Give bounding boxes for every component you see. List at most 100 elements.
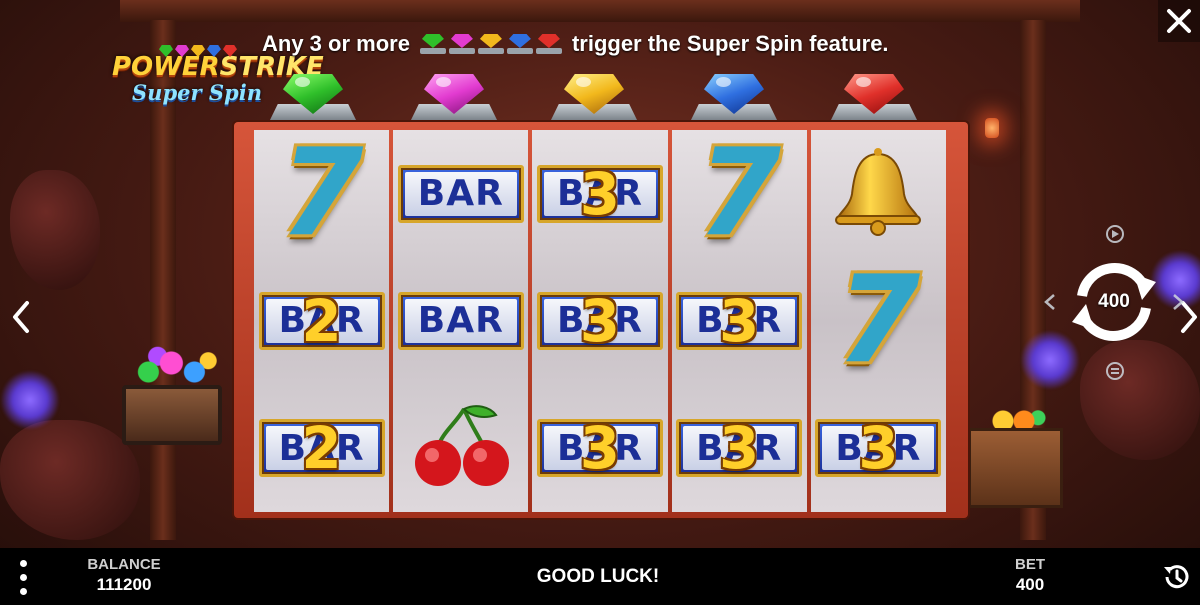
logo-subtitle: Super Spin (132, 80, 262, 105)
bar-multiplier: 3 (719, 414, 760, 483)
bar3-symbol: BAR 3 (815, 414, 942, 482)
minus-icon (1044, 294, 1055, 310)
bet-value: 400 (1015, 575, 1045, 594)
info-text-after: trigger the Super Spin feature. (571, 31, 889, 56)
menu-icon-dot (19, 559, 27, 567)
gem-row (260, 70, 960, 125)
bar-label: BAR (404, 298, 517, 343)
bar3-symbol: BAR 3 (536, 160, 663, 228)
menu-icon-dot (19, 587, 27, 595)
reel-4: 7 BAR 3 BAR 3 (671, 130, 807, 512)
reel-5: 7 BAR 3 (810, 130, 946, 512)
bar-symbol: BAR (397, 164, 524, 223)
reel-cell-bar[interactable]: BAR (393, 257, 528, 384)
prev-button[interactable] (4, 295, 38, 339)
reel-cell-bar2[interactable]: BAR 2 (254, 257, 389, 384)
cherry-icon (406, 403, 516, 493)
reel-cell-bar3[interactable]: BAR 3 (532, 257, 667, 384)
reel-cell-seven[interactable]: 7 (811, 257, 946, 384)
reel-2: BAR BAR (393, 130, 529, 512)
mine-beam-top (120, 0, 1080, 22)
bar3-symbol: BAR 3 (536, 414, 663, 482)
bar-multiplier: 2 (301, 414, 342, 483)
logo-gems (156, 44, 240, 58)
reel-cell-bar[interactable]: BAR (393, 130, 528, 257)
spin-bet-value: 400 (1098, 291, 1130, 312)
bet-menu-button[interactable] (1103, 360, 1127, 382)
seven-symbol: 7 (697, 123, 781, 263)
reel-cell-bar3[interactable]: BAR 3 (532, 385, 667, 512)
reel-3: BAR 3 BAR 3 BAR 3 (532, 130, 668, 512)
status-message: GOOD LUCK! (536, 566, 660, 587)
bar2-symbol: BAR 2 (258, 287, 385, 355)
reel-cell-seven[interactable]: 7 (672, 130, 807, 257)
menu-icon (1106, 362, 1124, 380)
red-gem-holder (826, 70, 922, 125)
bar3-symbol: BAR 3 (676, 414, 803, 482)
bar-multiplier: 3 (579, 286, 621, 355)
reel-cell-bar2[interactable]: BAR 2 (254, 385, 389, 512)
seven-symbol: 7 (836, 250, 921, 390)
bet-increase-button[interactable] (1166, 290, 1188, 314)
mini-blue-gem-icon (506, 34, 533, 54)
mini-red-gem-icon (535, 34, 562, 54)
rock (10, 170, 100, 290)
mine-cart (122, 385, 222, 445)
bar3-symbol: BAR 3 (676, 287, 803, 355)
bar3-symbol: BAR 3 (536, 287, 663, 355)
bar2-symbol: BAR 2 (258, 414, 385, 482)
reel-cell-bar3[interactable]: BAR 3 (672, 257, 807, 384)
bar-multiplier: 3 (579, 159, 621, 228)
seven-symbol: 7 (279, 123, 364, 263)
history-button[interactable] (1158, 558, 1194, 596)
reel-cell-seven[interactable]: 7 (254, 130, 389, 257)
bet-label: BET (1015, 556, 1045, 573)
mini-gems (419, 34, 562, 54)
balance-display: BALANCE 111200 (78, 556, 170, 596)
spin-button[interactable]: 400 (1064, 252, 1164, 352)
bottom-bar: BALANCE 111200 GOOD LUCK! BET 400 (0, 548, 1200, 605)
chevron-left-icon (13, 301, 29, 333)
mini-green-gem-icon (419, 34, 446, 54)
feature-info-banner: Any 3 or more trigger the Super Spin fea… (262, 28, 889, 60)
green-gem-holder (265, 70, 361, 125)
reel-cell-bar3[interactable]: BAR 3 (811, 385, 946, 512)
mini-pink-gem-icon (448, 34, 475, 54)
autoplay-button[interactable] (1103, 222, 1127, 246)
menu-icon-dot (19, 573, 27, 581)
history-icon (1164, 565, 1189, 589)
autoplay-icon (1106, 225, 1124, 243)
spin-controls: 400 (1040, 222, 1190, 382)
bar-multiplier: 3 (858, 414, 899, 483)
reel-grid: 7 BAR 2 BAR 2 BAR BAR BAR 3 BAR 3 BAR 3 7 BAR 3 BAR 3 7 BAR… (254, 130, 946, 512)
plus-icon (1173, 294, 1184, 310)
menu-button[interactable] (10, 556, 36, 598)
reel-cell-bell[interactable] (811, 130, 946, 257)
game-stage: POWERSTRIKE Super Spin Any 3 or more tri… (0, 0, 1200, 605)
bar-multiplier: 3 (579, 414, 621, 483)
reel-cell-bar3[interactable]: BAR 3 (532, 130, 667, 257)
bar-label: BAR (404, 171, 517, 216)
pink-gem-holder (406, 70, 502, 125)
info-text-before: Any 3 or more (262, 31, 410, 56)
rock (0, 420, 140, 540)
bar-multiplier: 2 (301, 286, 342, 355)
bet-decrease-button[interactable] (1040, 290, 1062, 314)
reel-1: 7 BAR 2 BAR 2 (254, 130, 390, 512)
reel-cell-cherry[interactable] (393, 385, 528, 512)
wooden-crate (968, 428, 1063, 508)
game-logo: POWERSTRIKE Super Spin (112, 45, 324, 122)
bell-icon (828, 146, 928, 241)
close-button[interactable] (1158, 0, 1200, 42)
yellow-gem-holder (546, 70, 642, 125)
reel-cell-bar3[interactable]: BAR 3 (672, 385, 807, 512)
mini-yellow-gem-icon (477, 34, 504, 54)
bet-display: BET 400 (1000, 556, 1060, 596)
lantern (985, 118, 999, 138)
close-icon (1167, 9, 1191, 33)
bar-symbol: BAR (397, 291, 524, 350)
gem-pile (130, 345, 222, 390)
balance-label: BALANCE (87, 556, 161, 573)
blue-gem-holder (686, 70, 782, 125)
crystal-cluster (0, 370, 60, 430)
